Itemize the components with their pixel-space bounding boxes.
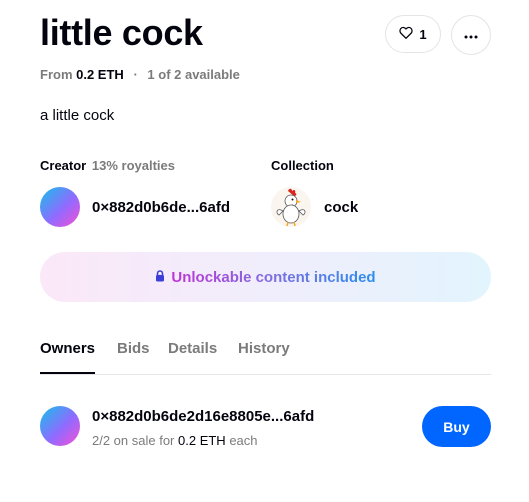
tab-bids[interactable]: Bids xyxy=(117,340,150,374)
price-prefix: From xyxy=(40,67,73,82)
creator-label-text: Creator xyxy=(40,158,87,173)
collection-avatar[interactable] xyxy=(271,187,311,227)
collection-name[interactable]: cock xyxy=(324,199,358,216)
item-title: little cock xyxy=(40,12,203,53)
tab-details[interactable]: Details xyxy=(168,340,217,374)
owner-avatar[interactable] xyxy=(40,406,80,446)
item-tabs: Owners Bids Details History xyxy=(40,340,491,375)
price-value: 0.2 ETH xyxy=(76,67,124,82)
sale-prefix: 2/2 on sale for xyxy=(92,433,175,448)
tab-history[interactable]: History xyxy=(238,340,290,374)
price-meta: From 0.2 ETH · 1 of 2 available xyxy=(40,67,240,82)
buy-button[interactable]: Buy xyxy=(422,406,491,447)
item-description: a little cock xyxy=(40,107,115,124)
collection-label: Collection xyxy=(271,158,334,173)
more-options-button[interactable] xyxy=(451,15,491,55)
like-count: 1 xyxy=(419,26,427,42)
sale-suffix: each xyxy=(229,433,258,448)
owner-address[interactable]: 0×882d0b6de2d16e8805e...6afd xyxy=(92,408,314,425)
creator-address[interactable]: 0×882d0b6de...6afd xyxy=(92,199,230,216)
rooster-icon xyxy=(271,187,311,227)
unlockable-text: Unlockable content included xyxy=(171,268,376,286)
sale-price: 0.2 ETH xyxy=(178,433,226,448)
unlockable-banner[interactable]: Unlockable content included xyxy=(40,252,491,302)
like-button[interactable]: 1 xyxy=(385,15,441,53)
creator-label: Creator 13% royalties xyxy=(40,158,175,173)
owner-sale-info: 2/2 on sale for 0.2 ETH each xyxy=(92,433,258,448)
tab-owners[interactable]: Owners xyxy=(40,340,96,374)
availability: 1 of 2 available xyxy=(147,67,240,82)
creator-royalties: 13% royalties xyxy=(91,158,175,173)
separator-dot: · xyxy=(133,67,138,82)
more-options-icon xyxy=(464,26,478,44)
heart-icon xyxy=(399,26,414,42)
lock-icon xyxy=(155,269,165,286)
creator-avatar[interactable] xyxy=(40,187,80,227)
